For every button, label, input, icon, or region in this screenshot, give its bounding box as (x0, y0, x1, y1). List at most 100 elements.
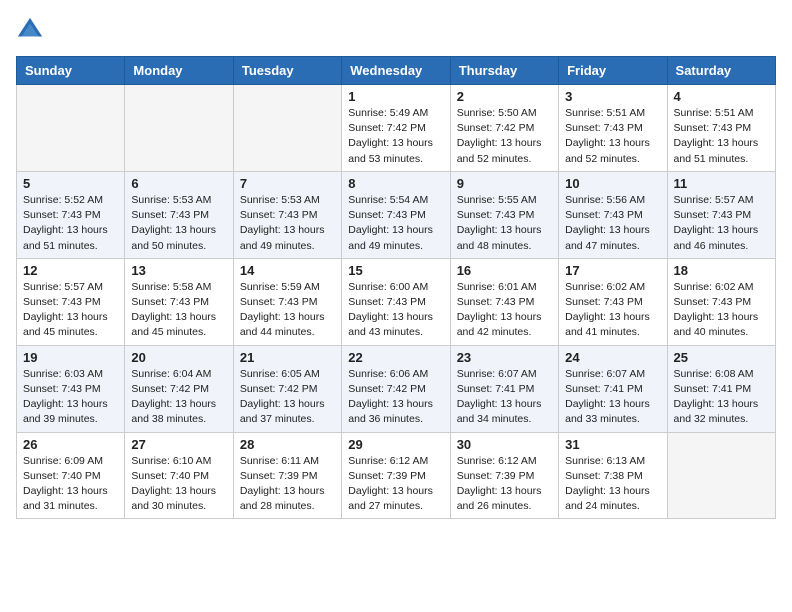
day-info: Sunrise: 5:50 AM Sunset: 7:42 PM Dayligh… (457, 106, 552, 167)
day-info: Sunrise: 6:06 AM Sunset: 7:42 PM Dayligh… (348, 367, 443, 428)
day-number: 7 (240, 176, 335, 191)
day-info: Sunrise: 5:51 AM Sunset: 7:43 PM Dayligh… (674, 106, 769, 167)
day-info: Sunrise: 6:09 AM Sunset: 7:40 PM Dayligh… (23, 454, 118, 515)
day-number: 29 (348, 437, 443, 452)
calendar-week-row: 26 Sunrise: 6:09 AM Sunset: 7:40 PM Dayli… (17, 432, 776, 519)
day-info: Sunrise: 5:51 AM Sunset: 7:43 PM Dayligh… (565, 106, 660, 167)
day-of-week-header: Saturday (667, 57, 775, 85)
day-info: Sunrise: 6:02 AM Sunset: 7:43 PM Dayligh… (565, 280, 660, 341)
day-info: Sunrise: 6:03 AM Sunset: 7:43 PM Dayligh… (23, 367, 118, 428)
calendar-cell: 24Sunrise: 6:07 AM Sunset: 7:41 PM Dayli… (559, 345, 667, 432)
calendar-cell: 14 Sunrise: 5:59 AM Sunset: 7:43 PM Dayli… (233, 258, 341, 345)
day-number: 9 (457, 176, 552, 191)
day-info: Sunrise: 6:05 AM Sunset: 7:42 PM Dayligh… (240, 367, 335, 428)
calendar-cell: 4 Sunrise: 5:51 AM Sunset: 7:43 PM Daylig… (667, 85, 775, 172)
day-info: Sunrise: 5:56 AM Sunset: 7:43 PM Dayligh… (565, 193, 660, 254)
calendar-cell: 1 Sunrise: 5:49 AM Sunset: 7:42 PM Daylig… (342, 85, 450, 172)
page-header (16, 16, 776, 44)
day-number: 5 (23, 176, 118, 191)
day-number: 19 (23, 350, 118, 365)
calendar-cell: 26 Sunrise: 6:09 AM Sunset: 7:40 PM Dayli… (17, 432, 125, 519)
calendar-cell: 21Sunrise: 6:05 AM Sunset: 7:42 PM Dayli… (233, 345, 341, 432)
day-number: 28 (240, 437, 335, 452)
calendar-cell: 9Sunrise: 5:55 AM Sunset: 7:43 PM Daylig… (450, 171, 558, 258)
day-number: 8 (348, 176, 443, 191)
day-number: 17 (565, 263, 660, 278)
calendar-cell: 20Sunrise: 6:04 AM Sunset: 7:42 PM Dayli… (125, 345, 233, 432)
day-number: 25 (674, 350, 769, 365)
day-number: 6 (131, 176, 226, 191)
day-number: 18 (674, 263, 769, 278)
day-info: Sunrise: 5:58 AM Sunset: 7:43 PM Dayligh… (131, 280, 226, 341)
day-number: 11 (674, 176, 769, 191)
calendar-week-row: 19 Sunrise: 6:03 AM Sunset: 7:43 PM Dayli… (17, 345, 776, 432)
day-number: 12 (23, 263, 118, 278)
day-info: Sunrise: 6:08 AM Sunset: 7:41 PM Dayligh… (674, 367, 769, 428)
day-info: Sunrise: 5:53 AM Sunset: 7:43 PM Dayligh… (240, 193, 335, 254)
calendar-cell: 22Sunrise: 6:06 AM Sunset: 7:42 PM Dayli… (342, 345, 450, 432)
calendar-cell: 8 Sunrise: 5:54 AM Sunset: 7:43 PM Daylig… (342, 171, 450, 258)
day-number: 20 (131, 350, 226, 365)
day-number: 1 (348, 89, 443, 104)
calendar-cell (233, 85, 341, 172)
day-of-week-header: Sunday (17, 57, 125, 85)
day-info: Sunrise: 6:13 AM Sunset: 7:38 PM Dayligh… (565, 454, 660, 515)
day-info: Sunrise: 6:12 AM Sunset: 7:39 PM Dayligh… (348, 454, 443, 515)
day-info: Sunrise: 6:02 AM Sunset: 7:43 PM Dayligh… (674, 280, 769, 341)
calendar-cell: 30 Sunrise: 6:12 AM Sunset: 7:39 PM Dayli… (450, 432, 558, 519)
day-number: 23 (457, 350, 552, 365)
day-number: 31 (565, 437, 660, 452)
calendar-cell: 11 Sunrise: 5:57 AM Sunset: 7:43 PM Dayli… (667, 171, 775, 258)
calendar-cell: 10 Sunrise: 5:56 AM Sunset: 7:43 PM Dayli… (559, 171, 667, 258)
calendar-cell: 5 Sunrise: 5:52 AM Sunset: 7:43 PM Daylig… (17, 171, 125, 258)
day-info: Sunrise: 5:49 AM Sunset: 7:42 PM Dayligh… (348, 106, 443, 167)
calendar-cell (125, 85, 233, 172)
calendar-header-row: SundayMondayTuesdayWednesdayThursdayFrid… (17, 57, 776, 85)
day-number: 4 (674, 89, 769, 104)
calendar-week-row: 1 Sunrise: 5:49 AM Sunset: 7:42 PM Daylig… (17, 85, 776, 172)
day-of-week-header: Monday (125, 57, 233, 85)
day-of-week-header: Friday (559, 57, 667, 85)
day-info: Sunrise: 5:57 AM Sunset: 7:43 PM Dayligh… (674, 193, 769, 254)
day-info: Sunrise: 5:54 AM Sunset: 7:43 PM Dayligh… (348, 193, 443, 254)
calendar-cell (667, 432, 775, 519)
day-info: Sunrise: 5:59 AM Sunset: 7:43 PM Dayligh… (240, 280, 335, 341)
calendar-cell: 2Sunrise: 5:50 AM Sunset: 7:42 PM Daylig… (450, 85, 558, 172)
calendar-cell: 12 Sunrise: 5:57 AM Sunset: 7:43 PM Dayli… (17, 258, 125, 345)
day-info: Sunrise: 6:00 AM Sunset: 7:43 PM Dayligh… (348, 280, 443, 341)
calendar-cell: 15 Sunrise: 6:00 AM Sunset: 7:43 PM Dayli… (342, 258, 450, 345)
calendar-cell: 29 Sunrise: 6:12 AM Sunset: 7:39 PM Dayli… (342, 432, 450, 519)
day-info: Sunrise: 5:52 AM Sunset: 7:43 PM Dayligh… (23, 193, 118, 254)
day-number: 13 (131, 263, 226, 278)
calendar-cell: 31 Sunrise: 6:13 AM Sunset: 7:38 PM Dayli… (559, 432, 667, 519)
day-number: 15 (348, 263, 443, 278)
day-number: 26 (23, 437, 118, 452)
calendar-week-row: 5 Sunrise: 5:52 AM Sunset: 7:43 PM Daylig… (17, 171, 776, 258)
calendar-cell: 25 Sunrise: 6:08 AM Sunset: 7:41 PM Dayli… (667, 345, 775, 432)
logo-icon (16, 16, 44, 44)
day-info: Sunrise: 5:57 AM Sunset: 7:43 PM Dayligh… (23, 280, 118, 341)
day-number: 14 (240, 263, 335, 278)
logo (16, 16, 48, 44)
calendar-table: SundayMondayTuesdayWednesdayThursdayFrid… (16, 56, 776, 519)
calendar-cell: 18 Sunrise: 6:02 AM Sunset: 7:43 PM Dayli… (667, 258, 775, 345)
calendar-cell: 3Sunrise: 5:51 AM Sunset: 7:43 PM Daylig… (559, 85, 667, 172)
calendar-cell: 23Sunrise: 6:07 AM Sunset: 7:41 PM Dayli… (450, 345, 558, 432)
day-info: Sunrise: 6:12 AM Sunset: 7:39 PM Dayligh… (457, 454, 552, 515)
calendar-cell: 28 Sunrise: 6:11 AM Sunset: 7:39 PM Dayli… (233, 432, 341, 519)
calendar-cell: 6Sunrise: 5:53 AM Sunset: 7:43 PM Daylig… (125, 171, 233, 258)
day-of-week-header: Tuesday (233, 57, 341, 85)
calendar-cell: 19 Sunrise: 6:03 AM Sunset: 7:43 PM Dayli… (17, 345, 125, 432)
day-of-week-header: Wednesday (342, 57, 450, 85)
day-number: 24 (565, 350, 660, 365)
calendar-week-row: 12 Sunrise: 5:57 AM Sunset: 7:43 PM Dayli… (17, 258, 776, 345)
calendar-cell: 13 Sunrise: 5:58 AM Sunset: 7:43 PM Dayli… (125, 258, 233, 345)
day-number: 27 (131, 437, 226, 452)
calendar-cell: 17 Sunrise: 6:02 AM Sunset: 7:43 PM Dayli… (559, 258, 667, 345)
calendar-cell (17, 85, 125, 172)
day-number: 16 (457, 263, 552, 278)
day-number: 30 (457, 437, 552, 452)
day-number: 10 (565, 176, 660, 191)
day-info: Sunrise: 6:11 AM Sunset: 7:39 PM Dayligh… (240, 454, 335, 515)
day-of-week-header: Thursday (450, 57, 558, 85)
